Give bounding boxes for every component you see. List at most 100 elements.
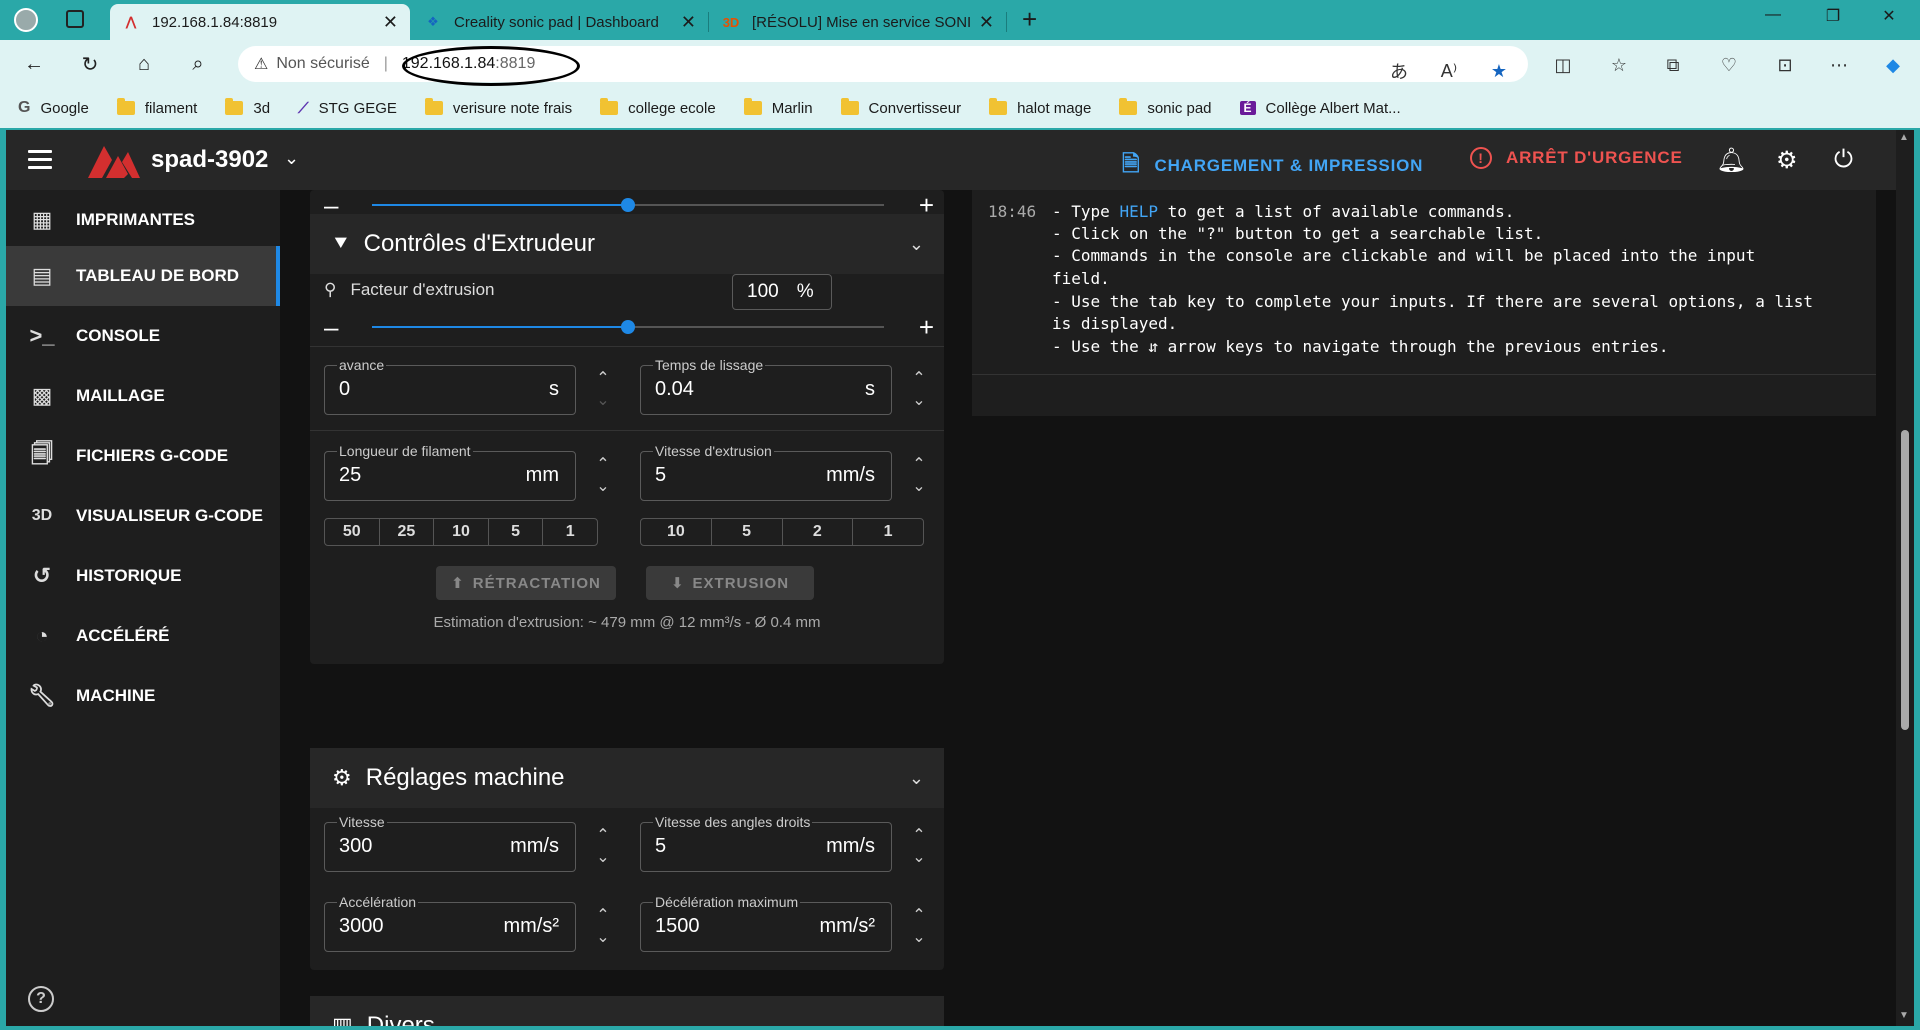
console-line[interactable]: is displayed.	[1052, 314, 1177, 333]
bookmark-folder[interactable]: halot mage	[989, 98, 1091, 117]
preset-button[interactable]: 25	[380, 519, 435, 545]
extrude-button[interactable]: ⬇ EXTRUSION	[646, 566, 814, 600]
preset-button[interactable]: 50	[325, 519, 380, 545]
increment-icon[interactable]: ⌃	[908, 454, 930, 474]
favorites-icon[interactable]: ☆	[1606, 52, 1632, 78]
extrusion-factor-slider[interactable]: – +	[324, 312, 934, 342]
sidebar-item-printers[interactable]: ▦ IMPRIMANTES	[6, 190, 280, 250]
chevron-down-icon[interactable]: ⌄	[909, 1016, 924, 1027]
settings-gear-icon[interactable]: ⚙	[1776, 146, 1798, 175]
power-icon[interactable]: ⏻	[1834, 146, 1853, 174]
chevron-down-icon[interactable]: ⌄	[909, 768, 924, 789]
increment-icon[interactable]: ⌃	[908, 368, 930, 388]
preset-button[interactable]: 1	[543, 519, 597, 545]
minimize-button[interactable]: —	[1750, 6, 1796, 24]
acceleration-field[interactable]: Accélération 3000 mm/s²	[324, 894, 576, 952]
refresh-icon[interactable]: ↻	[76, 50, 104, 78]
sidebar-item-gcode-files[interactable]: 🗐︎ FICHIERS G-CODE	[6, 426, 280, 486]
panel-header[interactable]: ⚙ Réglages machine ⌄	[310, 748, 944, 808]
emergency-stop-button[interactable]: ! ARRÊT D'URGENCE	[1470, 147, 1683, 169]
close-window-button[interactable]: ✕	[1866, 6, 1912, 26]
copilot-icon[interactable]: ◆	[1880, 52, 1906, 78]
bell-icon[interactable]: 🔔︎	[1716, 146, 1746, 175]
bookmark-folder[interactable]: verisure note frais	[424, 98, 572, 117]
preset-button[interactable]: 10	[641, 519, 712, 545]
printer-name[interactable]: spad-3902	[151, 146, 268, 174]
preset-button[interactable]: 10	[434, 519, 489, 545]
decrement-icon[interactable]: ⌄	[908, 847, 930, 867]
profile-icon[interactable]	[14, 8, 38, 32]
decrement-icon[interactable]: ⌄	[592, 927, 614, 947]
sidebar-item-gcode-viewer[interactable]: 3D VISUALISEUR G-CODE	[6, 486, 280, 546]
sidebar-item-history[interactable]: ↺ HISTORIQUE	[6, 546, 280, 606]
decrement-icon[interactable]: ⌄	[908, 390, 930, 410]
bookmark-college[interactable]: É Collège Albert Mat...	[1239, 100, 1401, 117]
retract-button[interactable]: ⬆ RÉTRACTATION	[436, 566, 616, 600]
bookmark-google[interactable]: G Google	[18, 99, 89, 117]
extrusion-speed-field[interactable]: Vitesse d'extrusion 5 mm/s	[640, 443, 892, 501]
decrement-icon[interactable]: ⌄	[908, 927, 930, 947]
bookmark-folder[interactable]: filament	[116, 98, 197, 117]
square-corner-velocity-field[interactable]: Vitesse des angles droits 5 mm/s	[640, 814, 892, 872]
increment-icon[interactable]: ⌃	[592, 905, 614, 925]
bookmark-folder[interactable]: 3d	[225, 98, 270, 117]
console-line[interactable]: - Use the ⇵ arrow keys to navigate throu…	[1052, 337, 1669, 356]
scrollbar-thumb[interactable]	[1901, 430, 1909, 730]
sidebar-item-dashboard[interactable]: ▤ TABLEAU DE BORD	[6, 246, 280, 306]
decrement-icon[interactable]: ⌄	[592, 390, 614, 410]
increment-icon[interactable]: ⌃	[592, 825, 614, 845]
decrement-icon[interactable]: ⌄	[592, 847, 614, 867]
tab-actions-icon[interactable]	[66, 10, 84, 28]
preset-button[interactable]: 5	[712, 519, 783, 545]
upload-print-button[interactable]: 🗎 CHARGEMENT & IMPRESSION	[1122, 147, 1423, 185]
console-line[interactable]: field.	[1052, 269, 1110, 288]
home-icon[interactable]: ⌂	[130, 50, 158, 78]
split-screen-icon[interactable]: ◫	[1550, 52, 1576, 78]
new-tab-button[interactable]: +	[1022, 4, 1037, 35]
read-aloud-icon[interactable]: A⁾	[1436, 58, 1462, 84]
velocity-field[interactable]: Vitesse 300 mm/s	[324, 814, 576, 872]
bookmark-folder[interactable]: Marlin	[743, 98, 813, 117]
menu-icon[interactable]	[28, 150, 52, 174]
minus-icon[interactable]: –	[324, 312, 338, 342]
close-icon[interactable]: ✕	[383, 12, 398, 33]
back-icon[interactable]: ←	[20, 50, 48, 78]
console-line[interactable]: - Click on the "?" button to get a searc…	[1052, 224, 1543, 243]
tab-forum[interactable]: 3D [RÉSOLU] Mise en service SONIC ✕	[710, 4, 1006, 40]
collections-icon[interactable]: ⧉	[1660, 52, 1686, 78]
chevron-down-icon[interactable]: ⌄	[909, 234, 924, 255]
browser-essentials-icon[interactable]: ♡	[1716, 52, 1742, 78]
chevron-down-icon[interactable]: ⌄	[284, 148, 299, 169]
preset-button[interactable]: 2	[783, 519, 854, 545]
increment-icon[interactable]: ⌃	[908, 905, 930, 925]
search-icon[interactable]: ⌕	[184, 50, 212, 78]
extrusion-factor-input[interactable]: 100 %	[732, 274, 832, 310]
page-scrollbar[interactable]: ▲ ▼	[1896, 130, 1914, 1026]
decrement-icon[interactable]: ⌄	[592, 476, 614, 496]
tab-dashboard-ip[interactable]: ⋀ 192.168.1.84:8819 ✕	[110, 4, 410, 40]
sidebar-item-timelapse[interactable]: ◔ ACCÉLÉRÉ	[6, 606, 280, 666]
panel-header[interactable]: ⯆ Contrôles d'Extrudeur ⌄	[310, 214, 944, 274]
decrement-icon[interactable]: ⌄	[908, 476, 930, 496]
console-line[interactable]: - Commands in the console are clickable …	[1052, 246, 1755, 265]
slider-thumb[interactable]	[621, 198, 635, 212]
help-icon[interactable]: ?	[28, 986, 54, 1012]
filament-length-field[interactable]: Longueur de filament 25 mm	[324, 443, 576, 501]
preset-button[interactable]: 5	[489, 519, 544, 545]
pressure-advance-field[interactable]: avance 0 s	[324, 357, 576, 415]
slider-thumb[interactable]	[621, 320, 635, 334]
close-icon[interactable]: ✕	[681, 12, 696, 33]
console-line[interactable]: - Use the tab key to complete your input…	[1052, 292, 1813, 311]
bookmark-stg[interactable]: ⟋ STG GEGE	[298, 100, 397, 117]
panel-header[interactable]: ▥ Divers ⌄	[310, 996, 944, 1026]
sidebar-item-machine[interactable]: 🔧︎ MACHINE	[6, 666, 280, 726]
sidebar-item-mesh[interactable]: ▩ MAILLAGE	[6, 366, 280, 426]
close-icon[interactable]: ✕	[979, 12, 994, 33]
increment-icon[interactable]: ⌃	[592, 368, 614, 388]
max-decel-field[interactable]: Décélération maximum 1500 mm/s²	[640, 894, 892, 952]
sidebar-item-console[interactable]: >_ CONSOLE	[6, 306, 280, 366]
smooth-time-field[interactable]: Temps de lissage 0.04 s	[640, 357, 892, 415]
more-icon[interactable]: ⋯	[1826, 52, 1852, 78]
preset-button[interactable]: 1	[853, 519, 923, 545]
tab-creality[interactable]: ❖ Creality sonic pad | Dashboard ✕	[412, 4, 708, 40]
